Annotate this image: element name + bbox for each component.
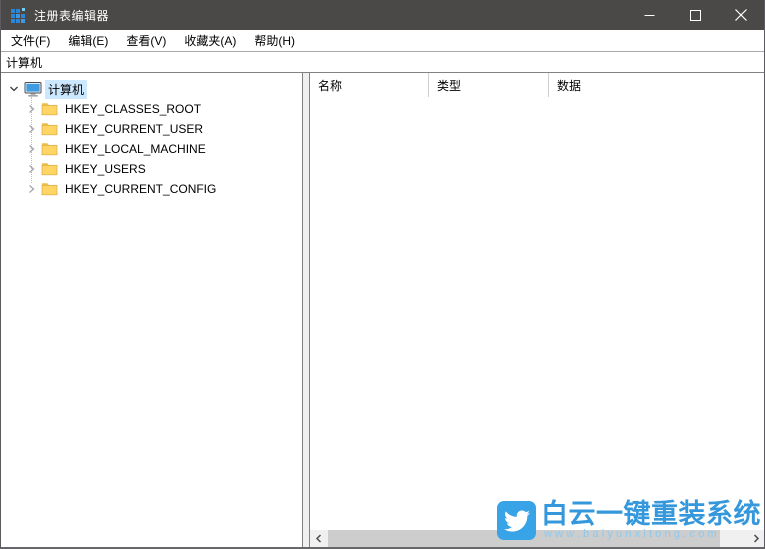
chevron-down-icon[interactable] — [7, 83, 21, 95]
column-header-name[interactable]: 名称 — [310, 73, 429, 97]
chevron-right-icon[interactable] — [24, 183, 38, 195]
menu-item-file[interactable]: 文件(F) — [2, 30, 59, 51]
maximize-icon — [690, 10, 701, 21]
tree-item-hkey-current-user[interactable]: HKEY_CURRENT_USER — [1, 119, 302, 139]
watermark-text: 白云一键重装系统 www.baiyunxitong.com — [541, 500, 761, 540]
tree-item-label[interactable]: HKEY_CURRENT_CONFIG — [62, 181, 219, 197]
regedit-window: 注册表编辑器 文件(F) 编辑(E) 查看(V) 收藏夹(A) 帮助(H) 计算… — [0, 0, 765, 549]
list-header: 名称 类型 数据 — [310, 73, 764, 97]
tree-item-hkey-current-config[interactable]: HKEY_CURRENT_CONFIG — [1, 179, 302, 199]
close-button[interactable] — [718, 0, 764, 30]
tree-item-hkey-local-machine[interactable]: HKEY_LOCAL_MACHINE — [1, 139, 302, 159]
titlebar: 注册表编辑器 — [1, 0, 764, 30]
chevron-right-icon[interactable] — [24, 163, 38, 175]
tree-item-label[interactable]: HKEY_CURRENT_USER — [62, 121, 206, 137]
tree-item-hkey-users[interactable]: HKEY_USERS — [1, 159, 302, 179]
list-panel: 名称 类型 数据 — [309, 73, 764, 547]
registry-tree: 计算机 HKEY_CLASSES_ROOT — [1, 73, 302, 199]
twitter-bird-icon — [497, 501, 536, 540]
menu-item-view[interactable]: 查看(V) — [117, 30, 175, 51]
folder-icon — [41, 181, 59, 197]
maximize-button[interactable] — [672, 0, 718, 30]
column-header-type[interactable]: 类型 — [429, 73, 549, 97]
folder-icon — [41, 161, 59, 177]
tree-item-label[interactable]: 计算机 — [45, 80, 87, 99]
close-icon — [735, 9, 747, 21]
menu-item-help[interactable]: 帮助(H) — [245, 30, 304, 51]
scroll-left-button[interactable] — [310, 530, 327, 547]
folder-icon — [41, 121, 59, 137]
chevron-right-icon[interactable] — [24, 123, 38, 135]
address-bar[interactable]: 计算机 — [1, 52, 764, 72]
watermark-title: 白云一键重装系统 — [541, 500, 761, 528]
menu-item-favorites[interactable]: 收藏夹(A) — [175, 30, 245, 51]
tree-item-computer[interactable]: 计算机 — [1, 79, 302, 99]
tree-item-hkey-classes-root[interactable]: HKEY_CLASSES_ROOT — [1, 99, 302, 119]
window-controls — [626, 0, 764, 30]
scroll-left-icon — [315, 534, 323, 543]
chevron-right-icon[interactable] — [24, 143, 38, 155]
computer-icon — [24, 81, 42, 97]
watermark: 白云一键重装系统 www.baiyunxitong.com — [497, 500, 761, 540]
column-header-data[interactable]: 数据 — [549, 73, 764, 97]
folder-icon — [41, 141, 59, 157]
minimize-button[interactable] — [626, 0, 672, 30]
tree-panel: 计算机 HKEY_CLASSES_ROOT — [1, 73, 303, 547]
minimize-icon — [644, 10, 655, 21]
tree-item-label[interactable]: HKEY_CLASSES_ROOT — [62, 101, 204, 117]
registry-editor-icon — [10, 7, 27, 24]
folder-icon — [41, 101, 59, 117]
content-area: 计算机 HKEY_CLASSES_ROOT — [1, 72, 764, 547]
window-title: 注册表编辑器 — [34, 7, 109, 24]
list-body — [310, 97, 764, 530]
tree-item-label[interactable]: HKEY_USERS — [62, 161, 149, 177]
menubar: 文件(F) 编辑(E) 查看(V) 收藏夹(A) 帮助(H) — [1, 30, 764, 52]
menu-item-edit[interactable]: 编辑(E) — [59, 30, 117, 51]
chevron-right-icon[interactable] — [24, 103, 38, 115]
tree-item-label[interactable]: HKEY_LOCAL_MACHINE — [62, 141, 209, 157]
watermark-url: www.baiyunxitong.com — [541, 528, 761, 540]
